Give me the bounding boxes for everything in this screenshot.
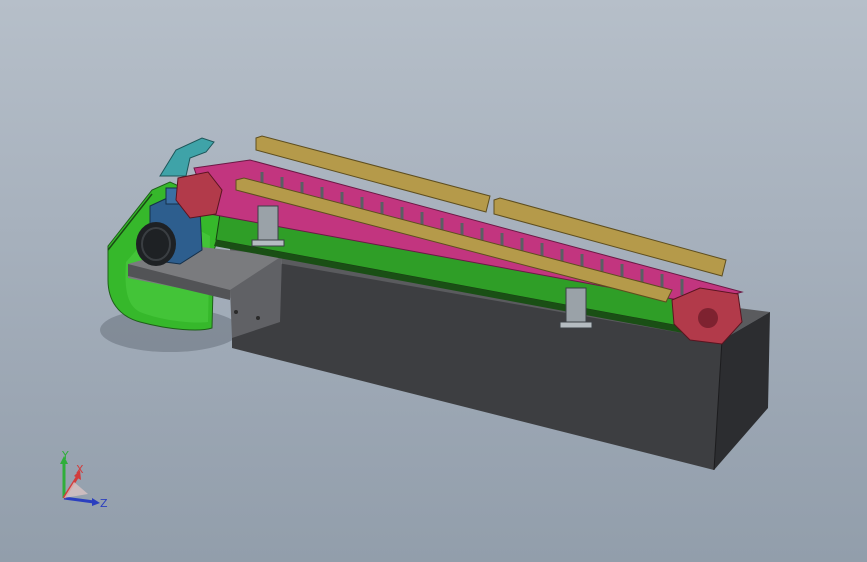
- y-axis-label: Y: [62, 449, 69, 462]
- view-triad[interactable]: Y X Z: [48, 446, 118, 516]
- z-axis-arrowhead: [92, 498, 100, 506]
- x-axis-label: X: [76, 463, 84, 476]
- plate-bolt: [256, 316, 260, 320]
- z-axis-arrow: [63, 496, 95, 504]
- plate-bolt: [234, 310, 238, 314]
- z-axis-label: Z: [100, 497, 108, 510]
- conveyor-model[interactable]: [0, 0, 867, 562]
- graphics-viewport[interactable]: Y X Z: [0, 0, 867, 562]
- sprocket-right-hub: [698, 308, 718, 328]
